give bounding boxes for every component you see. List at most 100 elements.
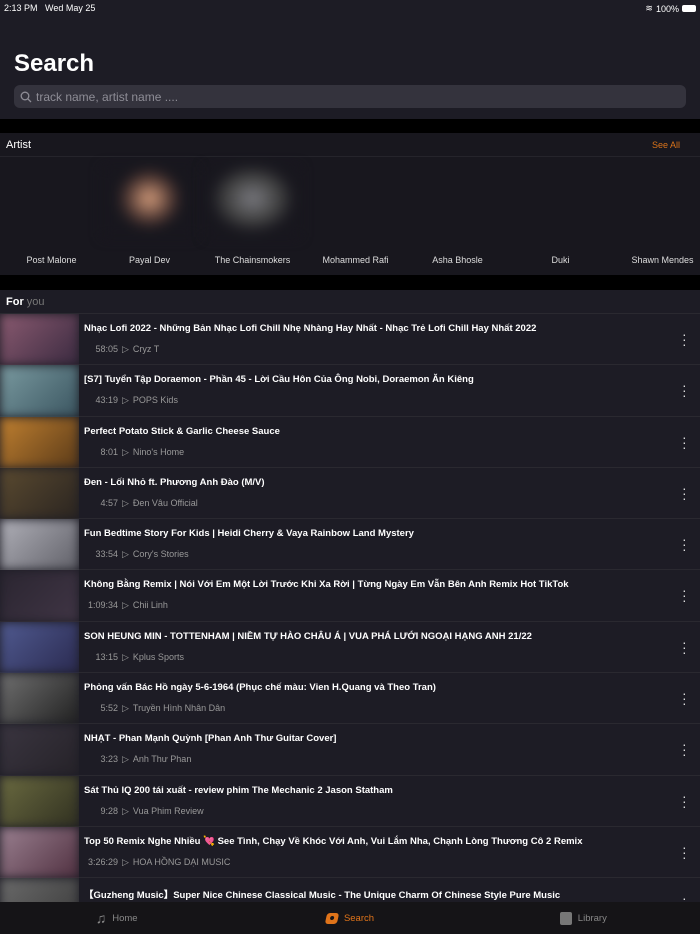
track-row[interactable]: Top 50 Remix Nghe Nhiều 💘 See Tình, Chạy… [0, 826, 700, 879]
artist-item[interactable]: Asha Bhosle [406, 157, 509, 275]
track-channel: Cryz T [132, 344, 160, 354]
track-thumbnail [0, 365, 79, 417]
play-icon: ▷ [122, 805, 129, 816]
artist-section: Artist See All Post Malone Payal Dev The … [0, 133, 700, 275]
more-options-icon[interactable]: ··· [682, 583, 687, 607]
track-title: SON HEUNG MIN - TOTTENHAM | NIỀM TỰ HÀO … [84, 630, 532, 642]
track-channel: Chii Linh [132, 600, 168, 611]
track-row[interactable]: Không Bằng Remix | Nói Với Em Một Lời Tr… [0, 570, 700, 622]
play-icon: ▷ [122, 344, 129, 354]
track-thumbnail [0, 314, 79, 366]
for-you-title: For [6, 295, 24, 308]
track-thumbnail [0, 775, 79, 827]
track-title: NHẠT - Phan Mạnh Quỳnh [Phan Anh Thư Gui… [84, 733, 337, 745]
track-title: Sát Thủ IQ 200 tái xuất - review phim Th… [84, 784, 393, 796]
track-duration: 9:28 [100, 805, 118, 816]
artist-name: Shawn Mendes [631, 255, 694, 265]
track-duration: 3:23 [100, 754, 118, 765]
track-row[interactable]: 【Guzheng Music】Super Nice Chinese Classi… [0, 878, 700, 902]
status-time: 2:13 PM [4, 3, 38, 13]
battery-percent: 100% [655, 3, 679, 14]
track-duration: 3:26:29 [87, 856, 118, 867]
more-options-icon[interactable]: ··· [682, 686, 687, 710]
track-thumbnail [0, 467, 79, 520]
play-icon: ▷ [122, 754, 129, 765]
see-all-link[interactable]: See All [652, 140, 680, 150]
track-title: Nhạc Lofi 2022 - Những Bản Nhạc Lofi Chi… [84, 323, 537, 334]
track-duration: 4:57 [100, 497, 118, 508]
play-icon: ▷ [122, 703, 129, 714]
tab-home-label: Home [112, 912, 138, 924]
track-duration: 13:15 [95, 651, 118, 662]
track-duration: 33:54 [95, 549, 118, 560]
tab-bar: ♫ Home Search Library [0, 902, 700, 934]
more-options-icon[interactable]: ··· [682, 840, 687, 864]
track-duration: 1:09:34 [87, 600, 118, 611]
track-duration: 43:19 [95, 395, 118, 406]
track-title: Perfect Potato Stick & Garlic Cheese Sau… [84, 425, 280, 437]
track-channel: Anh Thư Phan [132, 754, 192, 765]
track-duration: 5:52 [100, 703, 118, 714]
artist-item[interactable]: Mohammed Rafi [304, 157, 407, 275]
track-thumbnail [0, 621, 79, 674]
track-channel: Truyền Hình Nhân Dân [132, 703, 226, 714]
track-thumbnail [0, 826, 79, 879]
track-thumbnail [0, 570, 79, 622]
play-icon: ▷ [122, 651, 129, 662]
track-duration: 8:01 [100, 446, 118, 457]
more-options-icon[interactable]: ··· [682, 430, 687, 454]
track-channel: Đen Vâu Official [132, 497, 198, 508]
track-channel: Kplus Sports [132, 651, 184, 662]
track-row[interactable]: Phỏng vấn Bác Hồ ngày 5-6-1964 (Phục chế… [0, 673, 700, 725]
track-channel: HOA HỒNG DẠI MUSIC [132, 856, 231, 867]
more-options-icon[interactable]: ··· [682, 378, 687, 402]
track-thumbnail [0, 673, 79, 725]
track-row[interactable]: Fun Bedtime Story For Kids | Heidi Cherr… [0, 519, 700, 571]
search-tab-icon [324, 912, 340, 924]
track-row[interactable]: SON HEUNG MIN - TOTTENHAM | NIỀM TỰ HÀO … [0, 621, 700, 674]
more-options-icon[interactable]: ··· [682, 737, 687, 761]
more-options-icon[interactable]: ··· [682, 635, 687, 659]
tab-library[interactable]: Library [467, 902, 700, 934]
track-title: [S7] Tuyển Tập Doraemon - Phần 45 - Lời … [84, 374, 474, 386]
play-icon: ▷ [122, 446, 129, 457]
artist-item[interactable]: Shawn Mendes [611, 157, 700, 275]
track-row[interactable]: Nhạc Lofi 2022 - Những Bản Nhạc Lofi Chi… [0, 314, 700, 366]
status-bar: 2:13 PM Wed May 25 ≋ 100% [4, 3, 696, 14]
track-row[interactable]: [S7] Tuyển Tập Doraemon - Phần 45 - Lời … [0, 365, 700, 417]
track-channel: Cory's Stories [132, 549, 189, 560]
artist-name: Asha Bhosle [432, 255, 483, 265]
artist-name: Mohammed Rafi [322, 255, 389, 265]
artist-image [102, 167, 197, 237]
tab-search[interactable]: Search [233, 902, 466, 934]
battery-icon [682, 5, 696, 12]
more-options-icon[interactable]: ··· [682, 789, 687, 813]
track-row[interactable]: Đen - Lối Nhỏ ft. Phương Anh Đào (M/V) 4… [0, 467, 700, 520]
tab-search-label: Search [343, 912, 375, 924]
track-duration: 58:05 [95, 344, 118, 354]
tab-home[interactable]: ♫ Home [0, 902, 233, 934]
artist-section-title: Artist [6, 138, 32, 151]
track-title: Đen - Lối Nhỏ ft. Phương Anh Đào (M/V) [84, 476, 265, 488]
track-title: 【Guzheng Music】Super Nice Chinese Classi… [84, 890, 561, 902]
artist-item[interactable]: The Chainsmokers [201, 157, 304, 275]
artist-item[interactable]: Duki [509, 157, 612, 275]
track-channel: Nino's Home [132, 446, 185, 457]
page-title: Search [14, 50, 95, 77]
track-thumbnail [0, 519, 79, 571]
artist-item[interactable]: Post Malone [0, 157, 103, 275]
header: 2:13 PM Wed May 25 ≋ 100% Search track na… [0, 0, 700, 119]
track-channel: Vua Phim Review [132, 805, 204, 816]
play-icon: ▷ [122, 549, 129, 560]
track-row[interactable]: Sát Thủ IQ 200 tái xuất - review phim Th… [0, 775, 700, 827]
more-options-icon[interactable]: ··· [682, 327, 687, 351]
track-row[interactable]: NHẠT - Phan Mạnh Quỳnh [Phan Anh Thư Gui… [0, 724, 700, 776]
track-title: Fun Bedtime Story For Kids | Heidi Cherr… [84, 528, 414, 540]
artist-item[interactable]: Payal Dev [98, 157, 201, 275]
artist-name: Payal Dev [128, 255, 171, 265]
more-options-icon[interactable]: ··· [682, 532, 687, 556]
search-input[interactable]: track name, artist name .... [14, 85, 686, 108]
track-channel: POPS Kids [132, 395, 178, 406]
more-options-icon[interactable]: ··· [682, 481, 687, 505]
track-row[interactable]: Perfect Potato Stick & Garlic Cheese Sau… [0, 416, 700, 468]
